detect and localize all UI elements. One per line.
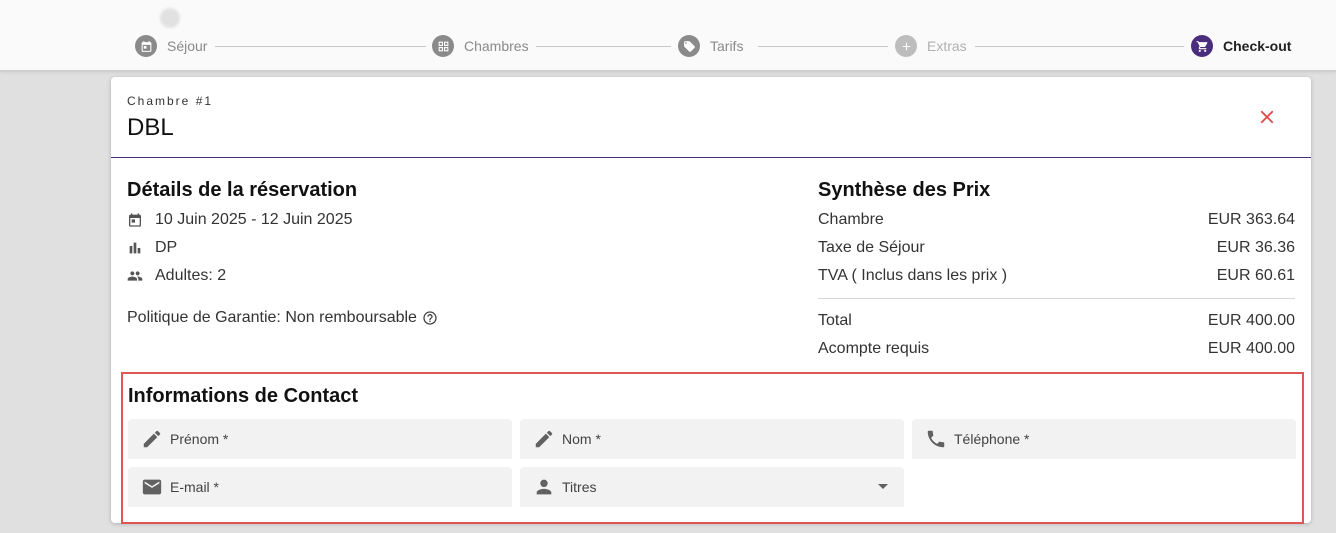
room-card: Chambre #1 DBL Détails de la réservation… — [111, 77, 1311, 524]
calendar-icon — [127, 212, 143, 228]
last-name-field[interactable]: Nom * — [520, 419, 904, 459]
remove-room-button[interactable] — [1256, 106, 1278, 128]
step-tarifs[interactable]: Tarifs — [678, 34, 743, 58]
price-row-total: Total EUR 400.00 — [818, 310, 1295, 332]
booking-stepper: Séjour Chambres Tarifs Extras Check-out — [135, 34, 1291, 58]
guest-count-text: Adultes: 2 — [155, 267, 227, 284]
first-name-field[interactable]: Prénom * — [128, 419, 512, 459]
step-label: Check-out — [1223, 38, 1292, 54]
guest-count: Adultes: 2 — [127, 265, 226, 287]
total-value: EUR 400.00 — [1207, 312, 1295, 329]
deposit-label: Acompte requis — [818, 340, 930, 357]
room-title: DBL — [127, 114, 174, 141]
first-name-label: Prénom * — [170, 431, 229, 447]
booking-stepper-bar: Séjour Chambres Tarifs Extras Check-out — [0, 0, 1336, 71]
phone-field[interactable]: Téléphone * — [912, 419, 1296, 459]
last-name-label: Nom * — [562, 431, 601, 447]
step-connector — [536, 45, 671, 47]
pencil-icon — [533, 428, 555, 450]
bar-chart-icon — [127, 240, 143, 256]
phone-label: Téléphone * — [954, 431, 1030, 447]
step-checkout[interactable]: Check-out — [1191, 34, 1291, 58]
price-label: Chambre — [818, 211, 884, 228]
step-sejour[interactable]: Séjour — [135, 34, 207, 58]
step-chambres[interactable]: Chambres — [432, 34, 529, 58]
title-select-label: Titres — [562, 479, 597, 495]
contact-info-section: Informations de Contact Prénom * Nom * T… — [121, 372, 1304, 524]
people-icon — [127, 268, 143, 284]
title-select[interactable]: Titres — [520, 467, 904, 507]
step-label: Chambres — [464, 38, 529, 54]
grid-icon — [432, 35, 454, 57]
booking-dates: 10 Juin 2025 - 12 Juin 2025 — [127, 209, 352, 231]
plus-icon — [895, 35, 917, 57]
guarantee-policy-text: Politique de Garantie: Non remboursable — [127, 309, 417, 326]
price-label: Taxe de Séjour — [818, 239, 925, 256]
step-label: Tarifs — [710, 38, 744, 54]
price-summary-title: Synthèse des Prix — [818, 179, 991, 201]
booking-dates-text: 10 Juin 2025 - 12 Juin 2025 — [155, 211, 353, 228]
contact-info-title: Informations de Contact — [128, 385, 359, 407]
step-connector — [975, 45, 1184, 47]
price-divider — [818, 298, 1295, 299]
room-header: Chambre #1 DBL — [111, 77, 1311, 158]
step-connector — [758, 45, 888, 47]
booking-details-title: Détails de la réservation — [127, 179, 358, 201]
guarantee-policy: Politique de Garantie: Non remboursable — [127, 309, 438, 327]
price-row-vat: TVA ( Inclus dans les prix ) EUR 60.61 — [818, 265, 1295, 287]
price-row-room: Chambre EUR 363.64 — [818, 209, 1295, 231]
step-extras[interactable]: Extras — [895, 34, 967, 58]
board-type-text: DP — [155, 239, 178, 256]
calendar-icon — [135, 35, 157, 57]
total-label: Total — [818, 312, 852, 329]
step-label: Séjour — [167, 38, 208, 54]
deposit-value: EUR 400.00 — [1207, 340, 1295, 357]
pencil-icon — [141, 428, 163, 450]
email-label: E-mail * — [170, 479, 220, 495]
price-row-tourist-tax: Taxe de Séjour EUR 36.36 — [818, 237, 1295, 259]
step-label: Extras — [927, 38, 967, 54]
price-value: EUR 363.64 — [1207, 211, 1295, 228]
email-icon — [141, 476, 163, 498]
phone-icon — [925, 428, 947, 450]
help-icon[interactable] — [422, 310, 438, 326]
step-connector — [215, 45, 426, 47]
tag-icon — [678, 35, 700, 57]
price-row-deposit: Acompte requis EUR 400.00 — [818, 338, 1295, 360]
room-overline: Chambre #1 — [127, 94, 214, 108]
board-type: DP — [127, 237, 177, 259]
email-field[interactable]: E-mail * — [128, 467, 512, 507]
price-label: TVA ( Inclus dans les prix ) — [818, 267, 1008, 284]
price-value: EUR 60.61 — [1216, 267, 1295, 284]
faded-background-text — [160, 6, 208, 30]
cart-icon — [1191, 35, 1213, 57]
person-icon — [533, 476, 555, 498]
price-value: EUR 36.36 — [1216, 239, 1295, 256]
dropdown-arrow-icon — [878, 484, 888, 489]
close-icon — [1260, 110, 1274, 124]
